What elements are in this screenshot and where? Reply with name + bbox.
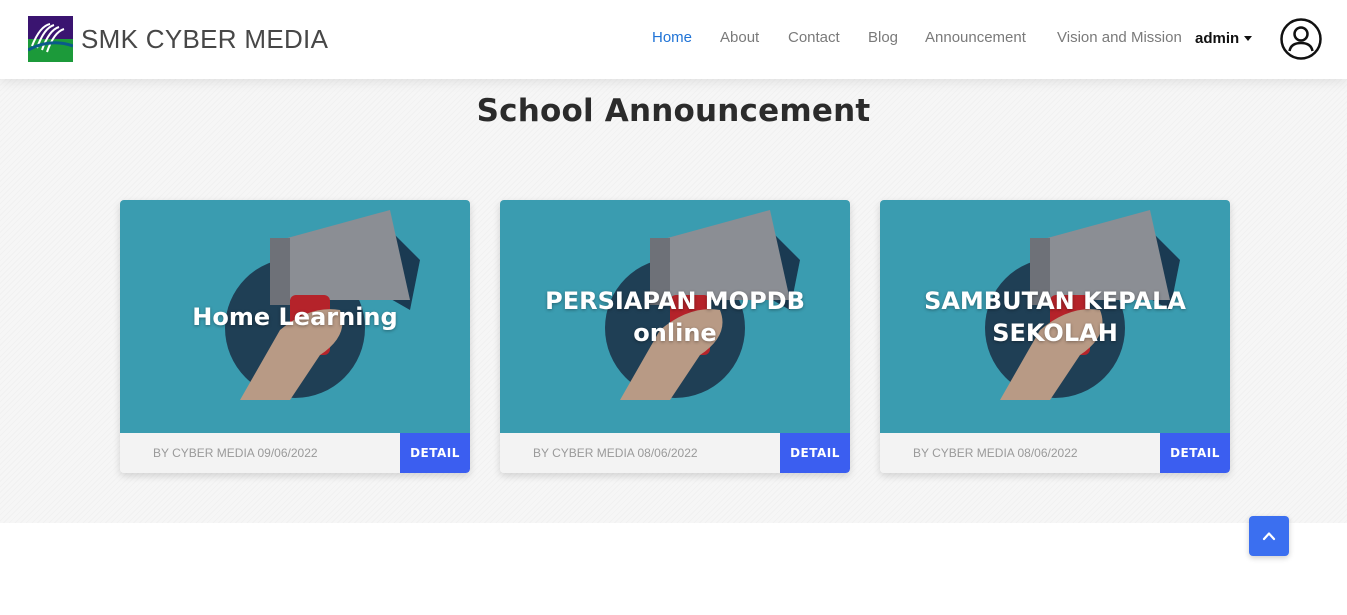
navbar: SMK CYBER MEDIA Home About Contact Blog …: [0, 0, 1347, 79]
announcement-card: PERSIAPAN MOPDB online BY CYBER MEDIA 08…: [500, 200, 850, 473]
caret-down-icon: [1244, 36, 1253, 41]
detail-button[interactable]: DETAIL: [780, 433, 850, 473]
user-name: admin: [1195, 30, 1240, 47]
nav-announcement[interactable]: Announcement: [925, 29, 1026, 46]
card-meta: BY CYBER MEDIA 09/06/2022: [153, 446, 318, 460]
card-footer: BY CYBER MEDIA 08/06/2022 DETAIL: [500, 433, 850, 473]
detail-button[interactable]: DETAIL: [1160, 433, 1230, 473]
brand-name: SMK CYBER MEDIA: [81, 23, 329, 54]
brand-link[interactable]: SMK CYBER MEDIA: [28, 16, 328, 62]
card-footer: BY CYBER MEDIA 09/06/2022 DETAIL: [120, 433, 470, 473]
announcement-section: School Announcement Home Learning BY CYB…: [0, 79, 1347, 523]
section-title: School Announcement: [476, 93, 871, 129]
card-title: PERSIAPAN MOPDB online: [545, 286, 805, 347]
nav-home[interactable]: Home: [652, 29, 692, 46]
chevron-up-icon: [1262, 532, 1276, 541]
nav-about[interactable]: About: [720, 29, 759, 46]
card-title: Home Learning: [192, 302, 398, 331]
card-footer: BY CYBER MEDIA 08/06/2022 DETAIL: [880, 433, 1230, 473]
announcement-card: Home Learning BY CYBER MEDIA 09/06/2022 …: [120, 200, 470, 473]
school-logo-icon: [28, 16, 73, 62]
detail-button[interactable]: DETAIL: [400, 433, 470, 473]
card-meta: BY CYBER MEDIA 08/06/2022: [913, 446, 1078, 460]
nav-blog[interactable]: Blog: [868, 29, 898, 46]
user-circle-icon[interactable]: [1280, 18, 1322, 60]
scroll-to-top-button[interactable]: [1249, 516, 1289, 556]
nav-contact[interactable]: Contact: [788, 29, 840, 46]
nav-vision-mission[interactable]: Vision and Mission: [1057, 29, 1182, 46]
user-dropdown[interactable]: admin: [1195, 30, 1253, 47]
card-title: SAMBUTAN KEPALA SEKOLAH: [924, 286, 1186, 347]
announcement-card: SAMBUTAN KEPALA SEKOLAH BY CYBER MEDIA 0…: [880, 200, 1230, 473]
card-meta: BY CYBER MEDIA 08/06/2022: [533, 446, 698, 460]
